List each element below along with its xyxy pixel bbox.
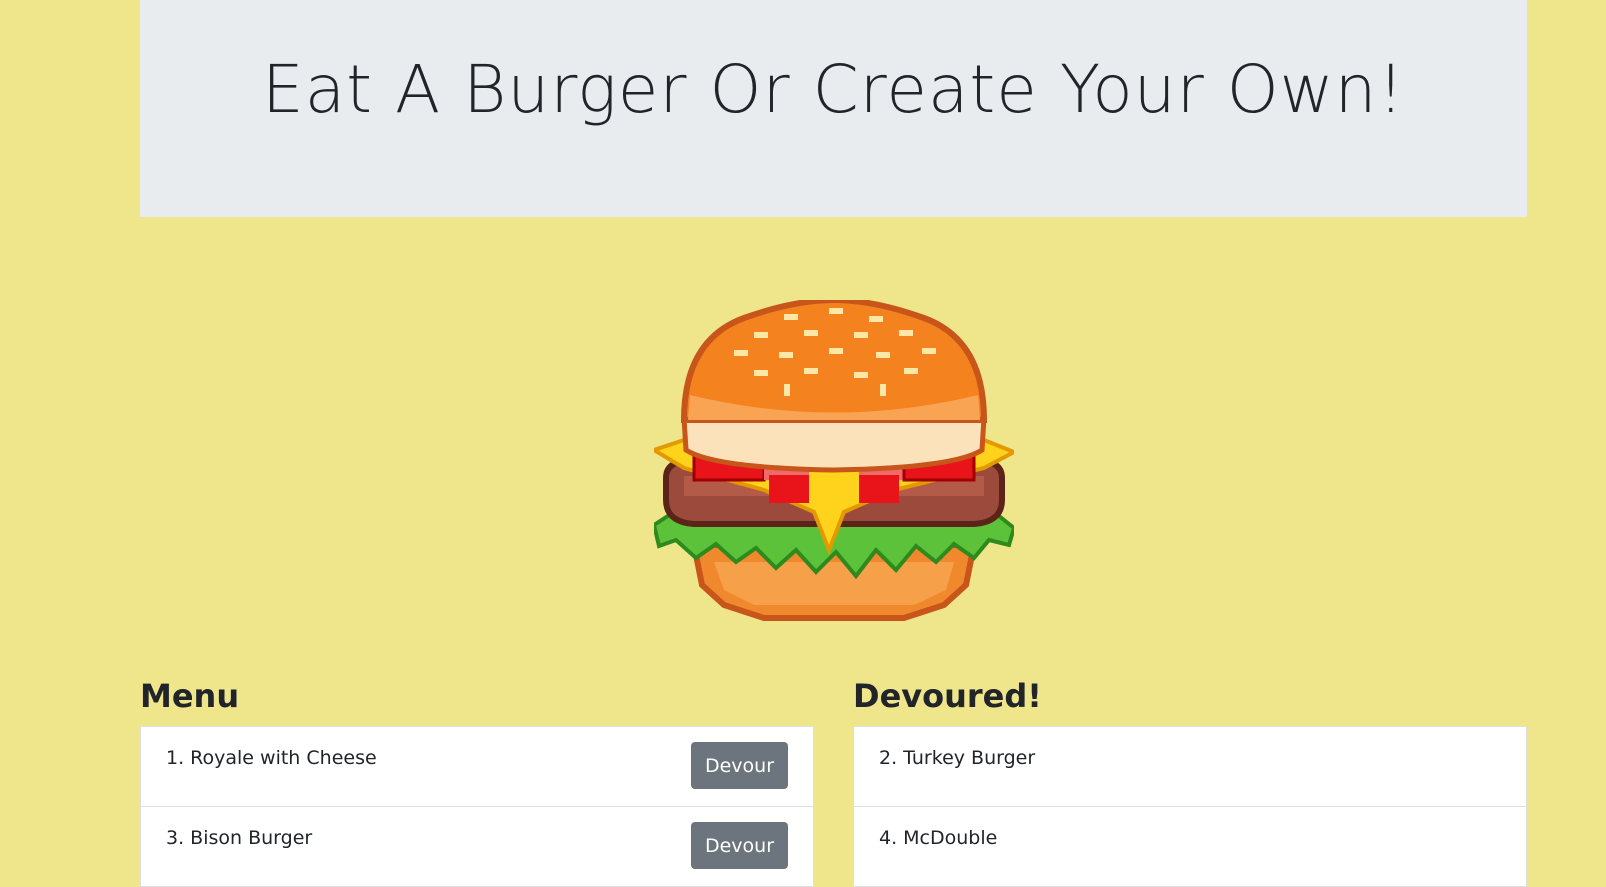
menu-column: Menu 1. Royale with Cheese Devour 3. Bis… [140,670,814,887]
page-title: Eat A Burger Or Create Your Own! [262,51,1405,128]
devour-button[interactable]: Devour [691,822,788,869]
burger-icon [654,300,1014,621]
jumbotron: Eat A Burger Or Create Your Own! [140,0,1527,217]
list-item: 1. Royale with Cheese Devour [141,727,813,807]
burger-name: 4. McDouble [879,827,998,849]
list-item: 3. Bison Burger Devour [141,807,813,887]
menu-heading: Menu [140,677,240,715]
devoured-column: Devoured! 2. Turkey Burger 4. McDouble [853,670,1527,887]
devour-button[interactable]: Devour [691,742,788,789]
devoured-heading: Devoured! [853,677,1042,715]
burger-name: 2. Turkey Burger [879,747,1036,769]
burger-image-wrap [140,300,1527,630]
burger-name: 1. Royale with Cheese [166,747,377,769]
menu-list: 1. Royale with Cheese Devour 3. Bison Bu… [140,726,814,887]
list-item: 4. McDouble [854,807,1526,887]
burger-name: 3. Bison Burger [166,827,313,849]
list-item: 2. Turkey Burger [854,727,1526,807]
devoured-list: 2. Turkey Burger 4. McDouble [853,726,1527,887]
